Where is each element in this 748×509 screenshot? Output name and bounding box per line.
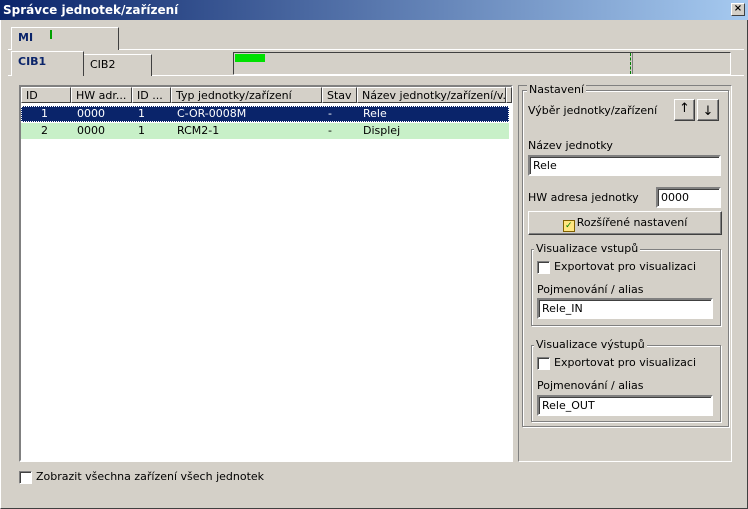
- cell-hw-address: 0000: [77, 124, 105, 137]
- unit-selector-label: Výběr jednotky/zařízení: [528, 104, 658, 117]
- outputs-alias-label: Pojmenování / alias: [537, 379, 644, 392]
- unit-name-label: Název jednotky: [528, 139, 613, 152]
- move-down-button[interactable]: ↓: [697, 99, 719, 121]
- cell-id: 2: [41, 124, 48, 137]
- hw-address-label: HW adresa jednotky: [528, 191, 639, 204]
- tab-cib2-label: CIB2: [90, 58, 116, 71]
- unit-name-input[interactable]: Rele: [528, 155, 721, 176]
- table-header: ID HW adr... ID ... Typ jednotky/zařízen…: [21, 87, 512, 103]
- column-header-type[interactable]: Typ jednotky/zařízení: [171, 87, 322, 103]
- tab-status-mark: [50, 30, 52, 39]
- progress-fill: [235, 54, 265, 62]
- cell-name: Displej: [363, 124, 401, 137]
- close-button[interactable]: ×: [731, 3, 745, 16]
- cell-type: C-OR-0008M: [177, 107, 247, 120]
- outputs-visualization-title: Visualizace výstupů: [534, 338, 647, 351]
- table-row[interactable]: 1 0000 1 C-OR-0008M - Rele: [21, 106, 509, 122]
- show-all-checkbox[interactable]: [19, 471, 32, 484]
- tab-mi[interactable]: MI: [11, 27, 119, 50]
- progress-bar: [233, 52, 731, 75]
- advanced-settings-label: Rozšířené nastavení: [576, 216, 688, 229]
- arrow-up-icon: ↑: [679, 101, 690, 116]
- tab-cib2[interactable]: CIB2: [83, 54, 152, 76]
- show-all-label: Zobrazit všechna zařízení všech jednotek: [36, 470, 265, 483]
- progress-divider: [632, 53, 633, 74]
- advanced-settings-button[interactable]: ✓ Rozšířené nastavení: [528, 211, 722, 235]
- outputs-alias-input[interactable]: Rele_OUT: [537, 395, 713, 416]
- column-header-id[interactable]: ID: [21, 87, 71, 103]
- export-inputs-label: Exportovat pro visualizaci: [554, 260, 697, 273]
- cell-type: RCM2-1: [177, 124, 220, 137]
- tab-cib1-label: CIB1: [18, 55, 47, 68]
- units-table[interactable]: ID HW adr... ID ... Typ jednotky/zařízen…: [19, 85, 513, 462]
- window-title-bar[interactable]: Správce jednotek/zařízení: [0, 0, 748, 20]
- cell-hw-address: 0000: [77, 107, 105, 120]
- hw-address-input[interactable]: 0000: [656, 187, 721, 208]
- tab-cib1[interactable]: CIB1: [11, 51, 84, 76]
- settings-title: Nastavení: [527, 83, 587, 96]
- arrow-down-icon: ↓: [702, 104, 714, 119]
- export-outputs-checkbox[interactable]: [537, 357, 550, 370]
- column-header-spacer: [506, 87, 512, 103]
- inputs-alias-input[interactable]: Rele_IN: [537, 298, 713, 319]
- cell-id: 1: [41, 107, 48, 120]
- column-header-status[interactable]: Stav: [322, 87, 357, 103]
- column-header-hw-address[interactable]: HW adr...: [71, 87, 132, 103]
- column-header-sub-id[interactable]: ID ...: [132, 87, 171, 103]
- cell-status: -: [328, 107, 332, 120]
- cell-status: -: [328, 124, 332, 137]
- cell-sub-id: 1: [138, 124, 145, 137]
- move-up-button[interactable]: ↑: [674, 99, 695, 121]
- cell-sub-id: 1: [138, 107, 145, 120]
- table-row[interactable]: 2 0000 1 RCM2-1 - Displej: [21, 123, 509, 139]
- column-header-name[interactable]: Název jednotky/zařízení/v...: [357, 87, 506, 103]
- inputs-visualization-title: Visualizace vstupů: [534, 242, 641, 255]
- tab-mi-label: MI: [18, 31, 34, 44]
- progress-marker: [630, 53, 631, 74]
- export-outputs-label: Exportovat pro visualizaci: [554, 356, 697, 369]
- close-icon: ×: [733, 3, 743, 14]
- window-title: Správce jednotek/zařízení: [3, 3, 179, 17]
- cell-name: Rele: [363, 107, 387, 120]
- export-inputs-checkbox[interactable]: [537, 261, 550, 274]
- checklist-icon: ✓: [562, 220, 575, 232]
- inputs-alias-label: Pojmenování / alias: [537, 283, 644, 296]
